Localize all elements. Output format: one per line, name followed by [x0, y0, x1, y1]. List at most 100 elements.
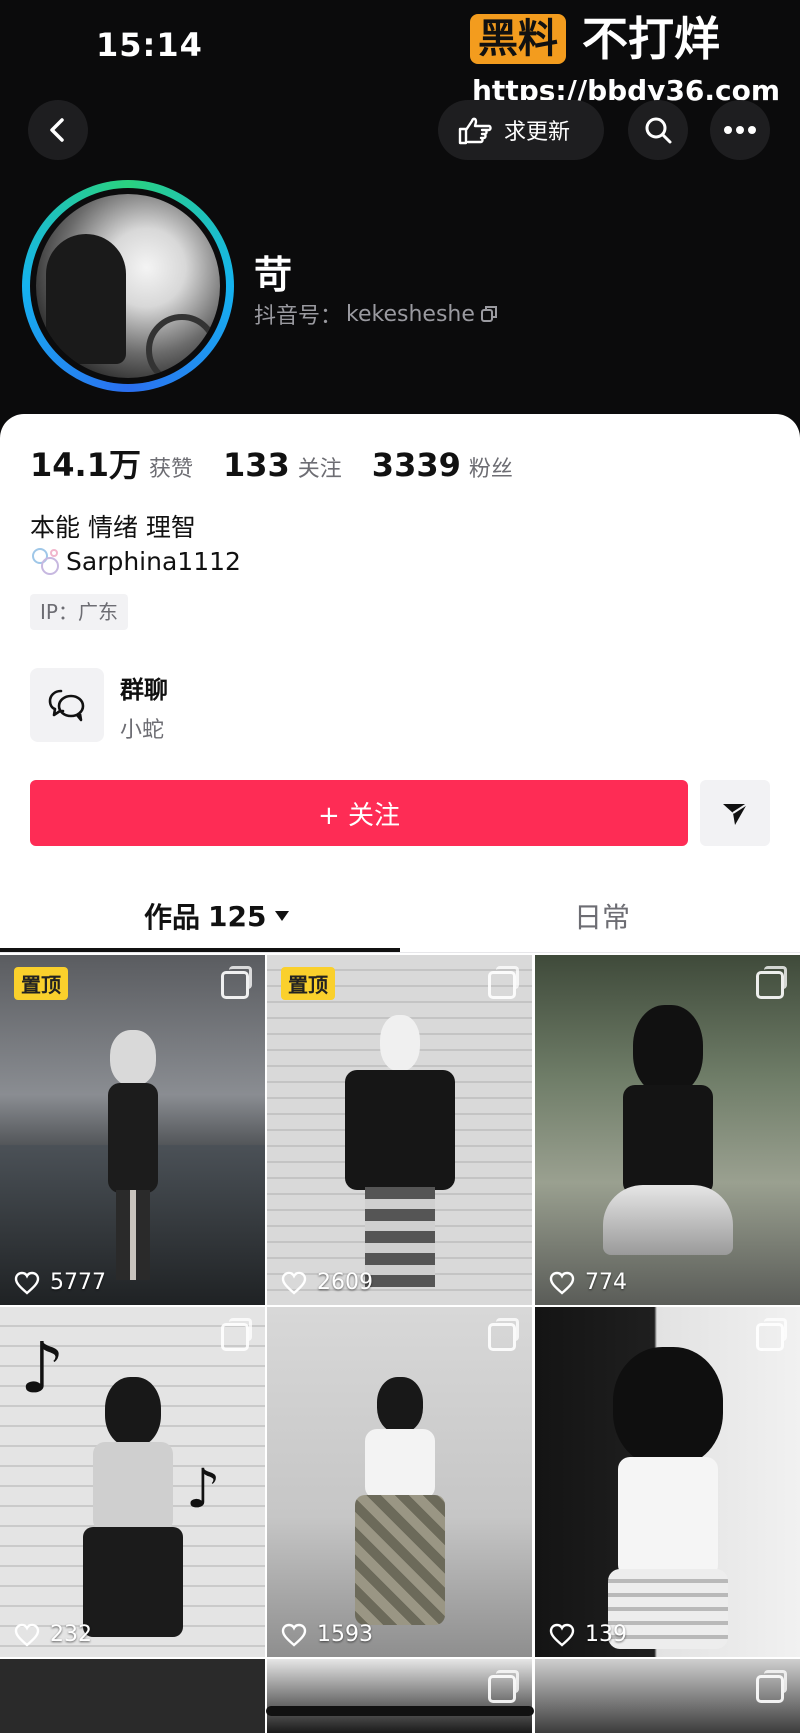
profile-bio: 本能 情绪 理智: [30, 513, 196, 542]
thumbnail-figure-body: [617, 1457, 718, 1577]
multi-image-icon: [488, 1670, 519, 1703]
multi-image-icon: [756, 1670, 787, 1703]
video-thumbnail[interactable]: 置顶 5777: [0, 955, 265, 1305]
stat-likes-label: 获赞: [148, 457, 193, 482]
like-count-value: 1593: [317, 1622, 373, 1647]
tab-works-label: 作品: [144, 901, 201, 934]
stat-followers[interactable]: 3339 粉丝: [372, 446, 513, 484]
thumbnail-figure-body: [622, 1085, 713, 1195]
tab-works-count: 125: [208, 899, 267, 933]
like-count: 1593: [281, 1622, 373, 1647]
video-thumbnail-partial[interactable]: [535, 1659, 800, 1733]
bubbles-icon: [32, 548, 59, 575]
heart-icon: [549, 1623, 575, 1647]
stat-followers-value: 3339: [371, 446, 461, 484]
multi-image-icon: [756, 966, 787, 999]
avatar[interactable]: [22, 180, 234, 392]
thumbnail-figure-head: [109, 1030, 156, 1086]
avatar-frame: [30, 188, 226, 384]
douyin-id-value: kekesheshe: [346, 301, 475, 327]
search-icon: [645, 117, 672, 144]
profile-stats: 14.1万 获赞 133 关注 3339 粉丝: [30, 440, 543, 486]
heart-icon: [14, 1623, 40, 1647]
thumbnail-figure-body: [344, 1070, 455, 1190]
thumbnail-figure-legs: [354, 1495, 445, 1625]
caret-down-icon: [275, 911, 290, 921]
chevron-left-icon: [50, 118, 64, 142]
heart-icon: [549, 1271, 575, 1295]
multi-image-icon: [221, 966, 252, 999]
search-button[interactable]: [628, 100, 688, 160]
thumbnail-figure-body: [364, 1429, 435, 1499]
heart-icon: [281, 1271, 307, 1295]
chat-bubbles-icon: [48, 689, 85, 722]
video-thumbnail[interactable]: 置顶 2609: [267, 955, 532, 1305]
group-chat-title[interactable]: 群聊: [120, 670, 168, 705]
thumbnail-figure-legs: [82, 1527, 183, 1637]
stat-following[interactable]: 133 关注: [223, 446, 342, 484]
linked-account-name: Sarphina1112: [66, 546, 241, 576]
request-update-button[interactable]: 求更新: [438, 100, 604, 160]
stat-following-value: 133: [222, 446, 290, 484]
more-dots-icon: [724, 126, 756, 134]
watermark-badge: 黑料: [470, 14, 566, 64]
like-count: 774: [549, 1270, 627, 1295]
follow-button[interactable]: + 关注: [30, 780, 688, 846]
video-thumbnail[interactable]: 139: [535, 1307, 800, 1657]
thumbnail-figure-skirt: [602, 1185, 733, 1255]
multi-image-icon: [488, 1318, 519, 1351]
thumbnail-figure-legs: [364, 1187, 435, 1287]
thumbnail-figure-head: [104, 1377, 161, 1447]
watermark: 黑料 不打烊 https://bbdy36.com: [470, 10, 796, 110]
thumbnail-figure-legs: [115, 1190, 150, 1280]
tab-divider: [0, 952, 800, 953]
heart-icon: [281, 1623, 307, 1647]
like-count-value: 232: [50, 1622, 92, 1647]
group-chat-icon-box[interactable]: [30, 668, 104, 742]
multi-image-icon: [221, 1318, 252, 1351]
like-count-value: 5777: [50, 1270, 106, 1295]
share-button[interactable]: [700, 780, 770, 846]
video-thumbnail[interactable]: 774: [535, 955, 800, 1305]
thumbnail-figure-body: [107, 1083, 158, 1193]
thumbnail-figure-head: [379, 1015, 420, 1071]
douyin-id-label: 抖音号：: [254, 304, 343, 329]
request-update-label: 求更新: [504, 120, 571, 145]
linked-account[interactable]: Sarphina1112: [30, 546, 241, 576]
like-count-value: 2609: [317, 1270, 373, 1295]
stat-following-label: 关注: [297, 457, 342, 482]
thumbnail-figure-head: [632, 1005, 703, 1095]
avatar-steering-wheel: [146, 314, 218, 378]
back-button[interactable]: [28, 100, 88, 160]
multi-image-icon: [488, 966, 519, 999]
video-thumbnail-partial[interactable]: [267, 1659, 532, 1733]
avatar-image: [36, 194, 220, 378]
video-thumbnail[interactable]: 1593: [267, 1307, 532, 1657]
like-count: 232: [14, 1622, 92, 1647]
video-thumbnail-partial[interactable]: [0, 1659, 265, 1733]
like-count: 139: [549, 1622, 627, 1647]
pointing-hand-icon: [458, 117, 492, 145]
more-button[interactable]: [710, 100, 770, 160]
thumbnail-figure-head: [376, 1377, 423, 1433]
watermark-text: 不打烊: [582, 12, 720, 66]
stat-likes[interactable]: 14.1万 获赞: [30, 440, 193, 486]
copy-icon[interactable]: [479, 304, 499, 324]
like-count: 2609: [281, 1270, 373, 1295]
send-arrow-icon: [723, 803, 748, 825]
tab-daily[interactable]: 日常: [574, 896, 630, 936]
tab-works[interactable]: 作品 125: [144, 896, 290, 936]
pinned-badge: 置顶: [14, 967, 68, 1000]
group-chat-subtitle: 小蛇: [120, 718, 165, 743]
stat-followers-label: 粉丝: [468, 457, 513, 482]
status-time: 15:14: [96, 26, 203, 64]
profile-name: 苛: [254, 253, 293, 297]
video-thumbnail[interactable]: ♪ ♪ 232: [0, 1307, 265, 1657]
douyin-id[interactable]: 抖音号： kekesheshe: [254, 298, 499, 330]
thumbnail-figure-body: [92, 1442, 173, 1532]
home-indicator[interactable]: [266, 1706, 534, 1716]
thumbnail-figure-head: [612, 1347, 723, 1467]
stat-likes-value: 14.1万: [30, 446, 141, 484]
heart-icon: [14, 1271, 40, 1295]
like-count-value: 139: [585, 1622, 627, 1647]
